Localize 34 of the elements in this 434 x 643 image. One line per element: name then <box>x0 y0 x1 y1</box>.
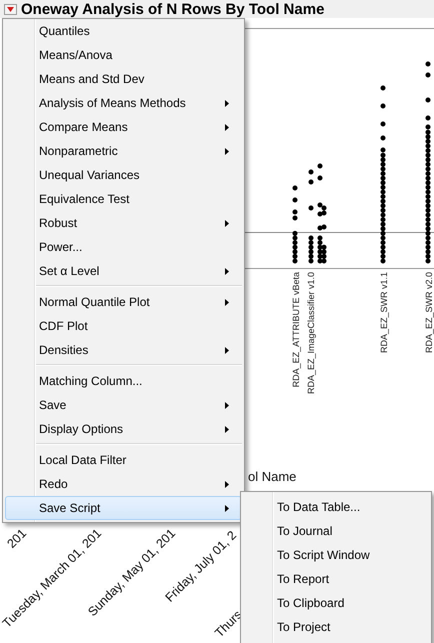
menu-item[interactable]: Set α Level <box>5 259 242 283</box>
menu-item[interactable]: Local Data Filter <box>5 448 242 472</box>
disclosure-triangle-icon[interactable] <box>4 4 17 14</box>
menu-item[interactable]: Redo <box>5 472 242 496</box>
menu-item[interactable]: Densities <box>5 338 242 362</box>
group-label: RDA_EZ_SWR v1.1 <box>379 272 389 354</box>
menu-item[interactable]: Nonparametric <box>5 139 242 163</box>
menu-item[interactable]: Power... <box>5 235 242 259</box>
menu-item[interactable]: Analysis of Means Methods <box>5 91 242 115</box>
menu-item[interactable]: Means and Std Dev <box>5 67 242 91</box>
axis-title: ol Name <box>248 469 296 484</box>
menu-item[interactable]: Matching Column... <box>5 369 242 393</box>
report-title: Oneway Analysis of N Rows By Tool Name <box>21 0 324 18</box>
menu-item[interactable]: To Clipboard <box>243 591 429 615</box>
group-label: RDA_EZ_SWR v2.0 <box>424 272 434 354</box>
group-label: RDA_EZ_ATTRIBUTE vBeta <box>291 272 301 388</box>
menu-item[interactable]: Save <box>5 393 242 417</box>
menu-item[interactable]: To Data Table... <box>243 495 429 519</box>
menu-item[interactable]: Means/Anova <box>5 43 242 67</box>
menu-item[interactable]: Unequal Variances <box>5 163 242 187</box>
group-label: RDA_EZ_ImageClassifier v1.0 <box>306 272 316 394</box>
menu-item[interactable]: To Report <box>243 567 429 591</box>
menu-item[interactable]: To Project <box>243 615 429 639</box>
menu-item[interactable]: Equivalence Test <box>5 187 242 211</box>
menu-item[interactable]: To Journal <box>243 519 429 543</box>
menu-item[interactable]: Quantiles <box>5 19 242 43</box>
menu-item[interactable]: Display Options <box>5 417 242 441</box>
menu-item[interactable]: Save Script <box>5 496 242 520</box>
menu-item[interactable]: To Script Window <box>243 543 429 567</box>
menu-item[interactable]: Compare Means <box>5 115 242 139</box>
menu-item[interactable]: Robust <box>5 211 242 235</box>
menu-item[interactable]: Normal Quantile Plot <box>5 290 242 314</box>
menu-item[interactable]: CDF Plot <box>5 314 242 338</box>
date-label: 201 <box>4 526 30 551</box>
